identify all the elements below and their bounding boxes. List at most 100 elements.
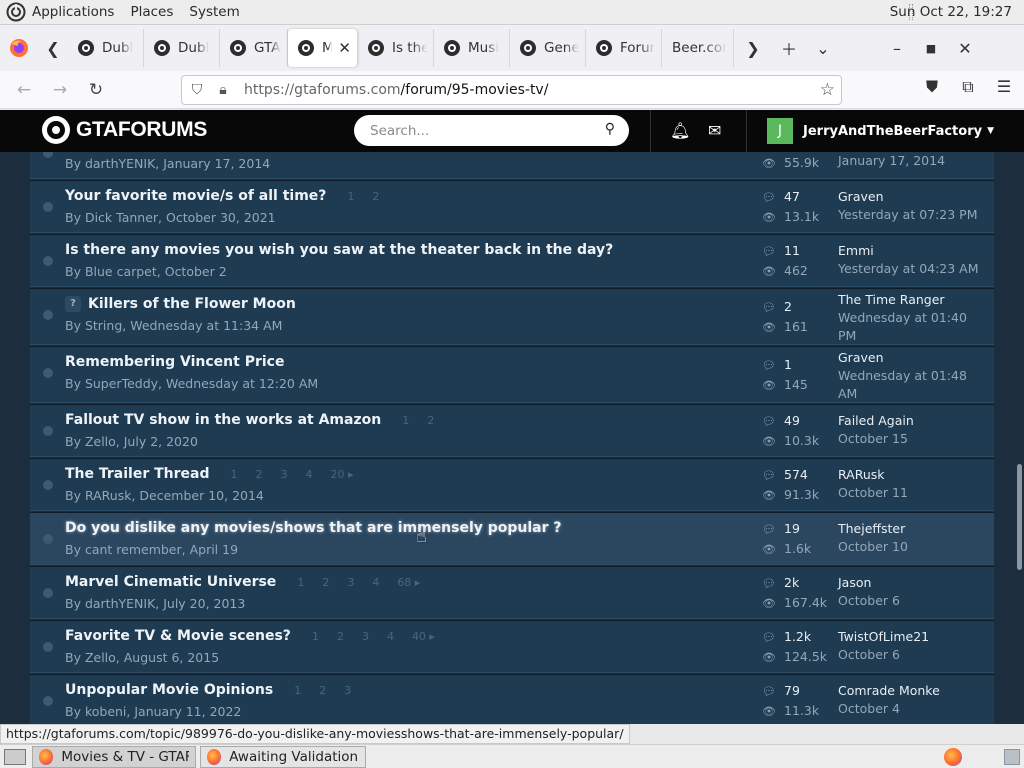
firefox-menu-icon[interactable] xyxy=(0,38,38,58)
search-icon[interactable]: ⚲ xyxy=(605,121,615,137)
read-status-dot-icon[interactable] xyxy=(43,588,53,598)
topic-title-link[interactable]: The Trailer Thread xyxy=(65,466,210,482)
close-tab-icon[interactable]: ✕ xyxy=(338,39,351,57)
page-link[interactable]: 3 xyxy=(355,630,376,643)
browser-tab[interactable]: Dubl xyxy=(68,29,144,67)
page-link[interactable]: 3 xyxy=(337,684,358,697)
page-link[interactable]: 40 ▸ xyxy=(405,630,442,643)
page-link[interactable]: 1 xyxy=(395,414,416,427)
read-status-dot-icon[interactable] xyxy=(43,152,53,158)
page-scrollbar[interactable] xyxy=(1016,152,1024,724)
last-post-date-link[interactable]: October 10 xyxy=(838,538,988,556)
topic-row[interactable]: Fallout TV show in the works at Amazon 1 2… xyxy=(30,404,994,457)
page-link[interactable]: 68 ▸ xyxy=(390,576,427,589)
topic-row[interactable]: ? Killers of the Flower Moon By String, We… xyxy=(30,288,994,345)
show-desktop-icon[interactable] xyxy=(4,748,26,765)
minimize-window-icon[interactable]: – xyxy=(880,39,914,58)
topic-row[interactable]: Marvel Cinematic Universe 1 2 3 4 68 ▸ By dart… xyxy=(30,566,994,619)
last-post-date-link[interactable]: October 6 xyxy=(838,592,988,610)
last-post-date-link[interactable]: October 15 xyxy=(838,430,988,448)
distro-logo-icon[interactable] xyxy=(6,2,26,22)
workspace-switcher-icon[interactable] xyxy=(1004,749,1020,765)
browser-tab[interactable]: GTA V xyxy=(220,29,288,67)
read-status-dot-icon[interactable] xyxy=(43,642,53,652)
browser-tab[interactable]: Gene xyxy=(510,29,586,67)
last-poster-link[interactable]: RARusk xyxy=(838,466,988,484)
clock[interactable]: Sun Oct 22, 19:27 xyxy=(890,4,1012,20)
bookmark-star-icon[interactable]: ☆ xyxy=(820,80,835,100)
topic-title-link[interactable]: Your favorite movie/s of all time? xyxy=(65,188,326,204)
page-link[interactable]: 4 xyxy=(380,630,401,643)
site-logo[interactable]: GTAFORUMS xyxy=(42,116,207,144)
read-status-dot-icon[interactable] xyxy=(43,426,53,436)
last-poster-link[interactable]: The Time Ranger xyxy=(838,291,988,309)
browser-tab[interactable]: Musi xyxy=(434,29,510,67)
last-poster-link[interactable]: Comrade Monke xyxy=(838,682,988,700)
topic-row[interactable]: Favorite TV & Movie scenes? 1 2 3 4 40 ▸ By Ze… xyxy=(30,620,994,673)
last-post-date-link[interactable]: October 11 xyxy=(838,484,988,502)
read-status-dot-icon[interactable] xyxy=(43,368,53,378)
page-link[interactable]: 2 xyxy=(312,684,333,697)
system-menu[interactable]: System xyxy=(189,4,239,20)
topic-title-link[interactable]: Remembering Vincent Price xyxy=(65,354,284,370)
page-link[interactable]: 2 xyxy=(330,630,351,643)
tracking-protection-shield-icon[interactable]: ⛉ xyxy=(184,82,210,98)
site-lock-icon[interactable]: 🔒︎ xyxy=(210,82,236,98)
page-link[interactable]: 2 xyxy=(420,414,441,427)
applications-menu[interactable]: Applications xyxy=(32,4,114,20)
read-status-dot-icon[interactable] xyxy=(43,534,53,544)
back-icon[interactable]: ← xyxy=(6,80,42,100)
last-poster-link[interactable]: TwistOfLime21 xyxy=(838,628,988,646)
browser-tab[interactable]: Mo ✕ xyxy=(288,29,358,67)
close-window-icon[interactable]: ✕ xyxy=(948,39,982,58)
topic-row[interactable]: The Trailer Thread 1 2 3 4 20 ▸ By RARusk, Dec… xyxy=(30,458,994,511)
username[interactable]: JerryAndTheBeerFactory xyxy=(803,124,982,139)
page-link[interactable]: 2 xyxy=(249,468,270,481)
read-status-dot-icon[interactable] xyxy=(43,310,53,320)
read-status-dot-icon[interactable] xyxy=(43,480,53,490)
page-link[interactable]: 1 xyxy=(224,468,245,481)
browser-tab[interactable]: Beer.com xyxy=(662,29,734,67)
topic-row[interactable]: Unpopular Movie Opinions 1 2 3 By kobeni, Ja… xyxy=(30,674,994,724)
page-link[interactable]: 3 xyxy=(340,576,361,589)
last-post-date-link[interactable]: October 4 xyxy=(838,700,988,718)
last-post-date-link[interactable]: Yesterday at 04:23 AM xyxy=(838,260,988,278)
maximize-window-icon[interactable]: ■ xyxy=(914,42,948,55)
forward-icon[interactable]: → xyxy=(42,80,78,100)
page-link[interactable]: 4 xyxy=(365,576,386,589)
page-link[interactable]: 3 xyxy=(274,468,295,481)
search-input[interactable] xyxy=(370,122,580,139)
taskbar-window-button[interactable]: Movies & TV - GTAF... xyxy=(32,745,196,768)
list-all-tabs-icon[interactable]: ⌄ xyxy=(806,39,840,58)
page-link[interactable]: 1 xyxy=(305,630,326,643)
last-poster-link[interactable]: Emmi xyxy=(838,242,988,260)
notifications-bell-icon[interactable]: 🔔︎ xyxy=(670,121,690,140)
tabs-scroll-right-icon[interactable]: ❯ xyxy=(738,33,768,63)
last-post-date-link[interactable]: January 17, 2014 xyxy=(838,152,988,170)
avatar[interactable]: J xyxy=(767,118,793,144)
read-status-dot-icon[interactable] xyxy=(43,256,53,266)
user-menu[interactable]: J JerryAndTheBeerFactory ▼ xyxy=(767,118,994,144)
firefox-tray-icon[interactable] xyxy=(944,748,962,766)
tabs-scroll-left-icon[interactable]: ❮ xyxy=(38,33,68,63)
topic-row[interactable]: By darthYENIK, January 17, 2014💬︎👁︎55.9k… xyxy=(30,152,994,179)
browser-tab[interactable]: Is the xyxy=(358,29,434,67)
address-bar[interactable]: ⛉ 🔒︎ https://gtaforums.com/forum/95-movi… xyxy=(181,75,842,105)
last-post-date-link[interactable]: Yesterday at 07:23 PM xyxy=(838,206,988,224)
topic-title-link[interactable]: Is there any movies you wish you saw at … xyxy=(65,242,613,258)
extensions-icon[interactable]: ⧉ xyxy=(956,77,980,97)
last-post-date-link[interactable]: Wednesday at 01:48 AM xyxy=(838,367,988,403)
url-text[interactable]: https://gtaforums.com/forum/95-movies-tv… xyxy=(244,82,548,98)
topic-title-link[interactable]: Fallout TV show in the works at Amazon xyxy=(65,412,381,428)
read-status-dot-icon[interactable] xyxy=(43,696,53,706)
page-link[interactable]: 2 xyxy=(315,576,336,589)
places-menu[interactable]: Places xyxy=(130,4,173,20)
topic-row[interactable]: Do you dislike any movies/shows that are… xyxy=(30,512,994,565)
taskbar-window-button[interactable]: Awaiting Validation ... xyxy=(200,745,366,768)
topic-title-link[interactable]: Marvel Cinematic Universe xyxy=(65,574,276,590)
app-menu-icon[interactable]: ☰ xyxy=(992,77,1016,97)
read-status-dot-icon[interactable] xyxy=(43,202,53,212)
scrollbar-thumb[interactable] xyxy=(1017,464,1022,570)
pocket-icon[interactable]: ⛊ xyxy=(920,77,944,97)
last-poster-link[interactable]: Thejeffster xyxy=(838,520,988,538)
